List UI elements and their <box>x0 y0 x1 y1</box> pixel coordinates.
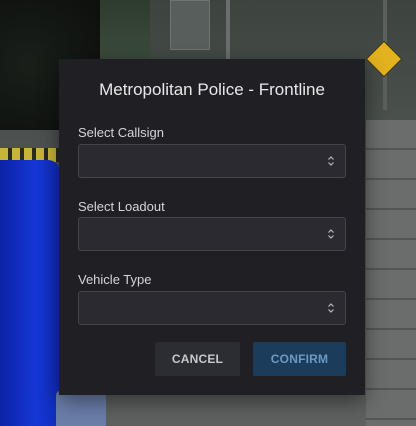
background-sidewalk <box>366 120 416 426</box>
modal-title: Metropolitan Police - Frontline <box>99 80 325 99</box>
chevron-updown-icon <box>328 156 334 166</box>
loadout-select[interactable] <box>78 217 346 251</box>
cancel-button[interactable]: CANCEL <box>155 342 240 376</box>
vehicle-type-select[interactable] <box>78 291 346 325</box>
vehicle-type-label: Vehicle Type <box>78 272 152 287</box>
background-vehicle <box>0 160 60 426</box>
background-pole <box>226 0 230 60</box>
background-signal-box <box>170 0 210 50</box>
chevron-updown-icon <box>328 229 334 239</box>
loadout-label: Select Loadout <box>78 199 165 214</box>
background-character <box>56 390 106 426</box>
confirm-button[interactable]: CONFIRM <box>253 342 346 376</box>
duty-selection-modal: Metropolitan Police - Frontline Select C… <box>59 59 365 395</box>
callsign-select[interactable] <box>78 144 346 178</box>
chevron-updown-icon <box>328 303 334 313</box>
callsign-label: Select Callsign <box>78 125 164 140</box>
